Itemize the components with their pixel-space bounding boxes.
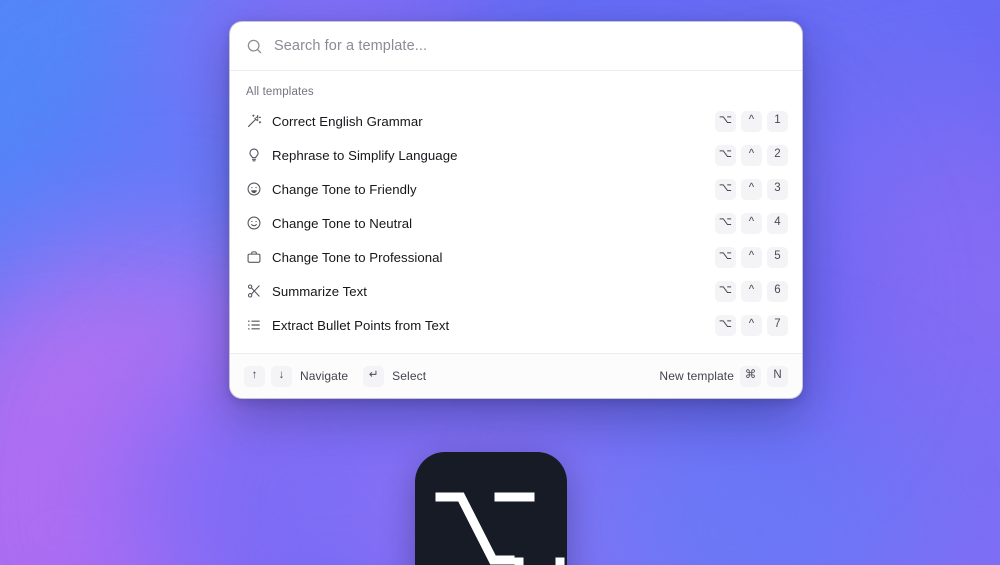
briefcase-icon xyxy=(247,251,261,263)
key-control[interactable]: ^ xyxy=(741,314,762,336)
key-number[interactable]: 5 xyxy=(767,246,788,268)
footer-navigate-label: Navigate xyxy=(300,369,349,383)
template-list: All templates Correct English Grammar ⌥ … xyxy=(230,71,802,353)
shortcut-keys: ⌥ ^ 7 xyxy=(714,314,788,336)
list-item-rephrase-to-simplify-language[interactable]: Rephrase to Simplify Language ⌥ ^ 2 xyxy=(238,138,794,172)
key-arrow-down[interactable]: ↓ xyxy=(271,365,292,387)
section-header-all-templates: All templates xyxy=(246,86,314,98)
shortcut-keys: ⌥ ^ 2 xyxy=(714,144,788,166)
search-input[interactable] xyxy=(274,38,788,54)
list-item-change-tone-to-neutral[interactable]: Change Tone to Neutral ⌥ ^ 4 xyxy=(238,206,794,240)
template-command-palette: All templates Correct English Grammar ⌥ … xyxy=(229,21,803,399)
key-letter-n[interactable]: N xyxy=(767,365,788,387)
key-number[interactable]: 6 xyxy=(767,280,788,302)
list-item-label: Change Tone to Neutral xyxy=(272,215,413,231)
key-option[interactable]: ⌥ xyxy=(714,246,736,268)
key-control[interactable]: ^ xyxy=(741,212,762,234)
list-item-label: Extract Bullet Points from Text xyxy=(272,317,450,333)
list-item-label: Change Tone to Friendly xyxy=(272,181,417,197)
footer-select-hint[interactable]: ↵ Select xyxy=(363,365,427,387)
shortcut-keys: ⌥ ^ 4 xyxy=(714,212,788,234)
key-option[interactable]: ⌥ xyxy=(714,314,736,336)
key-control[interactable]: ^ xyxy=(741,246,762,268)
key-number[interactable]: 1 xyxy=(767,110,788,132)
smiley-flat-icon xyxy=(247,216,261,230)
search-bar[interactable] xyxy=(230,22,802,71)
key-option[interactable]: ⌥ xyxy=(714,178,736,200)
footer-new-template-label: New template xyxy=(659,369,734,383)
key-control[interactable]: ^ xyxy=(741,144,762,166)
key-control[interactable]: ^ xyxy=(741,280,762,302)
scissors-icon xyxy=(247,284,260,298)
key-number[interactable]: 2 xyxy=(767,144,788,166)
list-item-correct-english-grammar[interactable]: Correct English Grammar ⌥ ^ 1 xyxy=(238,104,794,138)
list-item-change-tone-to-friendly[interactable]: Change Tone to Friendly ⌥ ^ 3 xyxy=(238,172,794,206)
list-item-extract-bullet-points-from-text[interactable]: Extract Bullet Points from Text ⌥ ^ 7 xyxy=(238,308,794,342)
key-number[interactable]: 4 xyxy=(767,212,788,234)
key-control[interactable]: ^ xyxy=(741,110,762,132)
option-space-glyph-icon xyxy=(435,492,565,565)
key-number[interactable]: 7 xyxy=(767,314,788,336)
list-item-label: Change Tone to Professional xyxy=(272,249,443,265)
lightbulb-icon xyxy=(249,148,259,162)
key-option[interactable]: ⌥ xyxy=(714,144,736,166)
key-option[interactable]: ⌥ xyxy=(714,212,736,234)
shortcut-keys: ⌥ ^ 3 xyxy=(714,178,788,200)
shortcut-keys: ⌥ ^ 5 xyxy=(714,246,788,268)
key-option[interactable]: ⌥ xyxy=(714,110,736,132)
key-enter[interactable]: ↵ xyxy=(363,365,385,387)
shortcut-keys: ⌥ ^ 6 xyxy=(714,280,788,302)
key-number[interactable]: 3 xyxy=(767,178,788,200)
footer-select-label: Select xyxy=(392,369,427,383)
magic-wand-icon xyxy=(248,114,262,127)
smiley-grin-icon xyxy=(247,182,261,196)
list-item-label: Correct English Grammar xyxy=(272,113,423,129)
list-item-change-tone-to-professional[interactable]: Change Tone to Professional ⌥ ^ 5 xyxy=(238,240,794,274)
search-icon xyxy=(247,39,262,53)
list-item-summarize-text[interactable]: Summarize Text ⌥ ^ 6 xyxy=(238,274,794,308)
footer-new-template-hint[interactable]: New template ⌘ N xyxy=(657,365,788,387)
shortcut-keys: ⌥ ^ 1 xyxy=(714,110,788,132)
list-item-label: Summarize Text xyxy=(272,283,367,299)
key-option[interactable]: ⌥ xyxy=(714,280,736,302)
option-space-app-icon[interactable] xyxy=(415,452,567,565)
key-control[interactable]: ^ xyxy=(741,178,762,200)
list-item-label: Rephrase to Simplify Language xyxy=(272,147,458,163)
palette-footer: ↑ ↓ Navigate ↵ Select New template ⌘ N xyxy=(230,353,802,398)
bullet-list-icon xyxy=(248,320,260,330)
key-arrow-up[interactable]: ↑ xyxy=(244,365,265,387)
footer-navigate-hint[interactable]: ↑ ↓ Navigate xyxy=(244,365,349,387)
key-command[interactable]: ⌘ xyxy=(740,365,761,387)
